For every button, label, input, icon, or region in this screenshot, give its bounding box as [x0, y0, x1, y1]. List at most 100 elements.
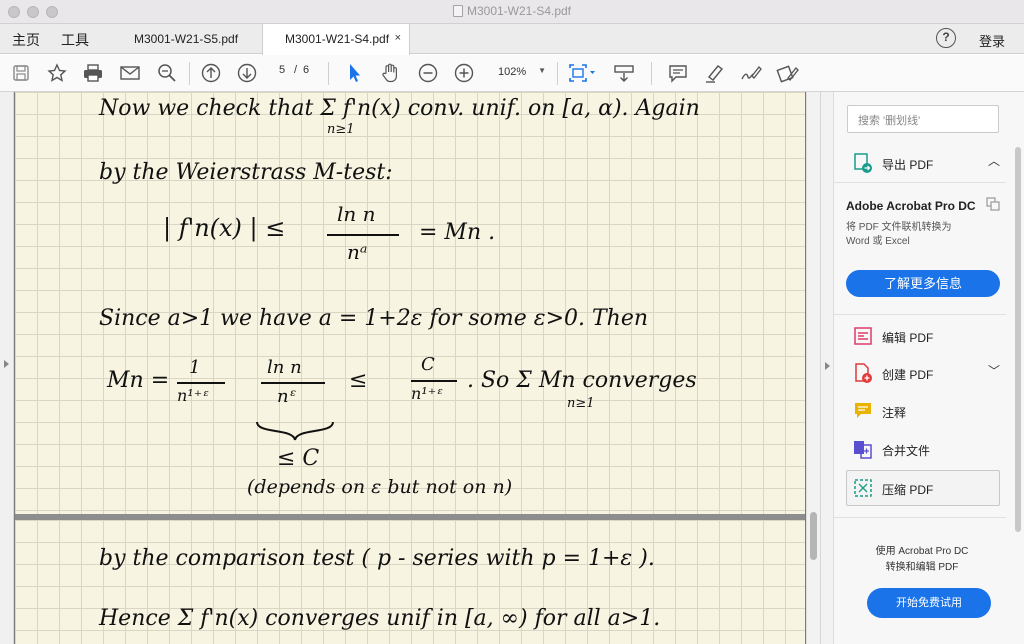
promo-desc-line: 将 PDF 文件联机转换为 — [846, 222, 952, 233]
tool-label: 导出 PDF — [882, 158, 934, 172]
edit-pdf-icon — [854, 327, 872, 345]
handwritten-subscript: n≥1 — [567, 396, 595, 411]
tab-label: M3001-W21-S5.pdf — [134, 32, 239, 46]
print-icon[interactable] — [81, 62, 105, 84]
handwritten-line: Hence Σ f'n(x) converges unif in [a, ∞) … — [99, 606, 661, 631]
handwritten-denominator: n¹⁺ᵋ — [177, 386, 210, 405]
tab-s5[interactable]: M3001-W21-S5.pdf — [108, 24, 263, 54]
search-tools-input[interactable]: 搜索 '删划线' — [847, 105, 999, 133]
tab-label: M3001-W21-S4.pdf — [285, 32, 390, 46]
zoom-level-dropdown[interactable]: 102% ▼ — [492, 64, 552, 82]
handwritten-subscript: n≥1 — [327, 122, 355, 137]
handwritten-math: ≤ — [349, 368, 368, 393]
toolbar-separator — [189, 62, 190, 85]
fill-sign-icon[interactable] — [776, 62, 800, 84]
fraction-bar — [327, 234, 399, 236]
expand-left-panel-icon[interactable] — [4, 360, 9, 368]
document-icon — [452, 5, 463, 17]
page-up-icon[interactable] — [199, 62, 223, 84]
panel-divider — [834, 517, 1006, 518]
email-icon[interactable] — [118, 62, 142, 84]
handwritten-numerator: 1 — [189, 357, 201, 378]
handwritten-math: ≤ C — [277, 446, 320, 471]
select-cursor-icon[interactable] — [342, 62, 366, 84]
tab-s4[interactable]: M3001-W21-S4.pdf × — [262, 24, 410, 55]
trial-promo-line: 转换和编辑 PDF — [885, 562, 959, 573]
zoom-level-value: 102% — [498, 66, 527, 78]
learn-more-button[interactable]: 了解更多信息 — [846, 270, 1000, 297]
comment-icon[interactable] — [666, 62, 690, 84]
nav-home[interactable]: 主页 — [12, 30, 40, 50]
handwritten-math: | f'n(x) | ≤ — [163, 214, 286, 242]
highlight-icon[interactable] — [703, 62, 727, 84]
page-total: 6 — [303, 64, 310, 76]
export-pdf-tool[interactable]: 导出 PDF ︿ — [852, 152, 1002, 176]
tool-label: 合并文件 — [882, 444, 931, 458]
export-pdf-icon — [854, 153, 872, 173]
acrobat-window: M3001-W21-S4.pdf 主页 工具 M3001-W21-S5.pdf … — [0, 0, 1024, 644]
chevron-up-icon[interactable]: ︿ — [988, 152, 1000, 169]
handwritten-math: Mn = — [107, 368, 170, 393]
edit-pdf-tool[interactable]: 编辑 PDF — [852, 325, 1002, 349]
fit-page-icon[interactable] — [566, 62, 598, 84]
fraction-bar — [177, 382, 225, 384]
page-number-input[interactable]: 5 — [279, 64, 285, 82]
sign-icon[interactable] — [739, 62, 763, 84]
start-free-trial-button[interactable]: 开始免费试用 — [867, 588, 991, 618]
fraction-bar — [411, 380, 457, 382]
handwritten-line: Now we check that Σ f'n(x) conv. unif. o… — [99, 96, 700, 121]
zoom-out-icon[interactable] — [416, 62, 440, 84]
tool-label: 注释 — [882, 406, 907, 420]
comment-tool-icon — [855, 403, 871, 418]
handwritten-line: by the comparison test ( p - series with… — [99, 546, 655, 571]
zoom-in-icon[interactable] — [452, 62, 476, 84]
collapse-right-panel-icon[interactable] — [825, 362, 830, 370]
promo-title: Adobe Acrobat Pro DC — [846, 199, 976, 213]
handwritten-line: by the Weierstrass M-test: — [99, 160, 393, 185]
pdf-page-6: by the comparison test ( p - series with… — [15, 520, 805, 644]
underbrace-mark — [256, 421, 334, 441]
login-button[interactable]: 登录 — [979, 31, 1005, 50]
handwritten-numerator: ln n — [267, 357, 302, 378]
comment-tool[interactable]: 注释 — [852, 400, 1002, 424]
handwritten-line: . So Σ Mn converges — [467, 368, 697, 393]
save-icon[interactable] — [9, 62, 33, 84]
copy-icon[interactable] — [986, 197, 1000, 211]
left-nav-strip[interactable] — [0, 92, 14, 644]
nav-tools[interactable]: 工具 — [61, 30, 89, 50]
right-panel-toggle-strip[interactable] — [820, 92, 833, 644]
scrollbar-thumb[interactable] — [810, 512, 817, 560]
panel-divider — [834, 314, 1006, 315]
scroll-mode-icon[interactable] — [612, 62, 636, 84]
handwritten-denominator: n¹⁺ᵋ — [411, 384, 444, 403]
page-down-icon[interactable] — [235, 62, 259, 84]
help-icon[interactable]: ? — [936, 28, 956, 48]
window-title: M3001-W21-S4.pdf — [0, 4, 1024, 18]
create-pdf-icon — [855, 363, 872, 383]
tool-label: 压缩 PDF — [882, 483, 934, 497]
tab-bar: 主页 工具 M3001-W21-S5.pdf M3001-W21-S4.pdf … — [0, 24, 1024, 55]
bookmark-star-icon[interactable] — [45, 62, 69, 84]
combine-files-tool[interactable]: 合并文件 — [852, 438, 1002, 462]
create-pdf-tool[interactable]: 创建 PDF ﹀ — [852, 362, 1002, 386]
combine-files-icon — [854, 441, 872, 459]
toolbar-separator — [557, 62, 558, 85]
zoom-search-icon[interactable] — [155, 62, 179, 84]
handwritten-denominator: nᵃ — [347, 240, 368, 264]
tool-label: 创建 PDF — [882, 368, 934, 382]
chevron-down-icon[interactable]: ﹀ — [988, 362, 1000, 379]
compress-pdf-icon — [854, 479, 872, 497]
panel-divider — [834, 182, 1006, 183]
panel-scrollbar[interactable] — [1015, 147, 1021, 532]
document-scrollbar[interactable] — [806, 92, 820, 644]
promo-desc-line: Word 或 Excel — [846, 236, 910, 247]
tools-panel: 搜索 '删划线' 导出 PDF ︿ Adobe Acrobat Pro DC 将… — [833, 92, 1024, 644]
tab-close-button[interactable]: × — [395, 32, 401, 44]
handwritten-numerator: ln n — [337, 202, 376, 226]
hand-icon[interactable] — [379, 62, 403, 84]
document-viewport[interactable]: Now we check that Σ f'n(x) conv. unif. o… — [0, 92, 820, 644]
handwritten-math: = Mn . — [419, 220, 496, 245]
fraction-bar — [261, 382, 325, 384]
compress-pdf-tool[interactable]: 压缩 PDF — [852, 477, 1002, 501]
handwritten-line: (depends on ε but not on n) — [247, 476, 513, 498]
